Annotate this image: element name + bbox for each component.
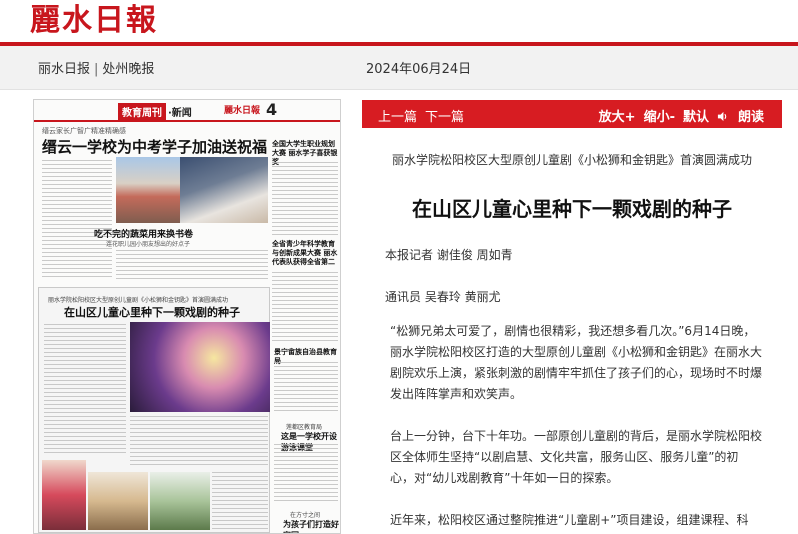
reading-controls: 放大+ 缩小- 默认 朗读 [591, 106, 764, 125]
thumb-kicker: 缙云家长广智广精准精确感 [42, 127, 126, 135]
thumb-photo-stage [130, 322, 270, 412]
thumb-photo-child [42, 460, 86, 530]
thumb-side-kicker-1: 莲都区教育局 [286, 424, 323, 431]
article-title: 在山区儿童心里种下一颗戏剧的种子 [412, 197, 732, 221]
article-paragraph: 近年来，松阳校区通过整院推进“儿童剧+”项目建设，组建课程、科 [390, 513, 749, 527]
article-correspondents: 通讯员 吴春玲 黄丽尤 [385, 290, 501, 304]
thumb-photo-students [180, 157, 268, 223]
article-subtitle: 丽水学院松阳校区大型原创儿童剧《小松狮和金钥匙》首演圆满成功 [391, 153, 752, 167]
zoom-in-button[interactable]: 放大+ [599, 110, 636, 125]
issue-date: 2024年06月24日 [366, 62, 472, 77]
site-logo[interactable]: 麗水日報 [30, 2, 158, 40]
thumb-text-block [272, 272, 338, 342]
article-nav: 上一篇 下一篇 [378, 106, 472, 125]
thumb-mini-logo: 麗水日報 [224, 106, 261, 116]
thumb-page-number: 4 [266, 100, 278, 119]
prev-article-button[interactable]: 上一篇 [378, 110, 417, 125]
thumb-article-link-4[interactable]: 全省青少年科学教育与创新成果大赛 丽水代表队获得全省第二 [272, 240, 338, 267]
thumb-text-block [274, 362, 338, 414]
article-toolbar: 上一篇 下一篇 放大+ 缩小- 默认 朗读 [362, 100, 782, 128]
thumb-text-block [272, 162, 338, 236]
thumb-section-name: ·新闻 [168, 108, 192, 119]
thumb-masthead: 教育周刊 ·新闻 麗水日報 4 [34, 100, 340, 122]
thumb-current-kicker: 丽水学院松阳校区大型原创儿童剧《小松狮和金钥匙》首演圆满成功 [48, 297, 229, 304]
paper-separator: | [94, 62, 99, 77]
next-article-button[interactable]: 下一篇 [425, 110, 464, 125]
zoom-out-button[interactable]: 缩小- [644, 110, 675, 125]
thumb-current-headline[interactable]: 在山区儿童心里种下一颗戏剧的种子 [64, 304, 240, 320]
paper-link-lishui-daily[interactable]: 丽水日报 [38, 62, 90, 77]
thumb-text-block [44, 324, 126, 454]
default-size-button[interactable]: 默认 [683, 110, 709, 125]
paper-links: 丽水日报 | 处州晚报 [38, 58, 154, 77]
thumb-text-block [42, 160, 112, 280]
article-byline: 本报记者 谢佳俊 周如青 [385, 248, 513, 262]
thumb-text-block [212, 472, 268, 530]
thumb-text-block [130, 416, 268, 466]
paper-nav-bar: 丽水日报 | 处州晚报 2024年06月24日 [0, 46, 798, 90]
speaker-icon [717, 111, 727, 122]
thumb-article-sub-2: 连花职儿园小朋友想出的好点子 [106, 241, 191, 248]
read-aloud-button[interactable]: 朗读 [717, 110, 764, 125]
thumb-article-link-7[interactable]: 为孩子们打造好家园 [283, 519, 340, 533]
thumb-section-badge: 教育周刊 [118, 103, 166, 120]
thumb-side-kicker-2: 在方寸之间 [290, 512, 321, 519]
article-paragraph: “松狮兄弟太可爱了，剧情也很精彩，我还想多看几次。”6月14日晚，丽水学院松阳校… [390, 324, 763, 401]
article-paragraph: 台上一分钟，台下十年功。一部原创儿童剧的背后，是丽水学院松阳校区全体师生坚持“以… [390, 429, 763, 485]
site-header: 麗水日報 [0, 0, 798, 42]
paper-link-chuzhou-evening[interactable]: 处州晚报 [102, 62, 154, 77]
thumb-text-block [274, 444, 338, 504]
thumb-text-block [116, 250, 268, 282]
thumb-article-link-1[interactable]: 缙云一学校为中考学子加油送祝福 [42, 136, 267, 157]
thumb-photo-class [150, 472, 210, 530]
newspaper-page-thumbnail[interactable]: 教育周刊 ·新闻 麗水日報 4 缙云家长广智广精准精确感 缙云一学校为中考学子加… [33, 99, 341, 534]
read-aloud-label: 朗读 [737, 110, 764, 125]
thumb-photo-rehearsal [88, 472, 148, 530]
